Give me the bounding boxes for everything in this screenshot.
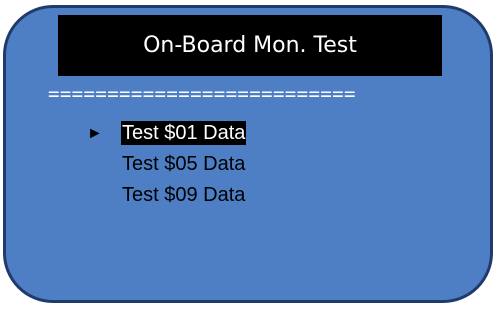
- screen-title-text: On-Board Mon. Test: [143, 33, 357, 58]
- menu-item-test-09[interactable]: Test $09 Data: [87, 180, 246, 211]
- screen-title: On-Board Mon. Test: [58, 15, 442, 76]
- test-menu: ► Test $01 Data Test $05 Data Test $09 D…: [87, 118, 247, 211]
- menu-item-test-01[interactable]: ► Test $01 Data: [87, 118, 247, 149]
- title-separator: ==========================: [48, 84, 356, 104]
- device-screen: On-Board Mon. Test =====================…: [3, 5, 493, 303]
- menu-item-test-05[interactable]: Test $05 Data: [87, 149, 246, 180]
- menu-item-label: Test $09 Data: [122, 184, 246, 206]
- selection-arrow-icon: ►: [87, 125, 103, 142]
- menu-item-label: Test $05 Data: [122, 153, 246, 175]
- menu-item-label: Test $01 Data: [121, 121, 247, 145]
